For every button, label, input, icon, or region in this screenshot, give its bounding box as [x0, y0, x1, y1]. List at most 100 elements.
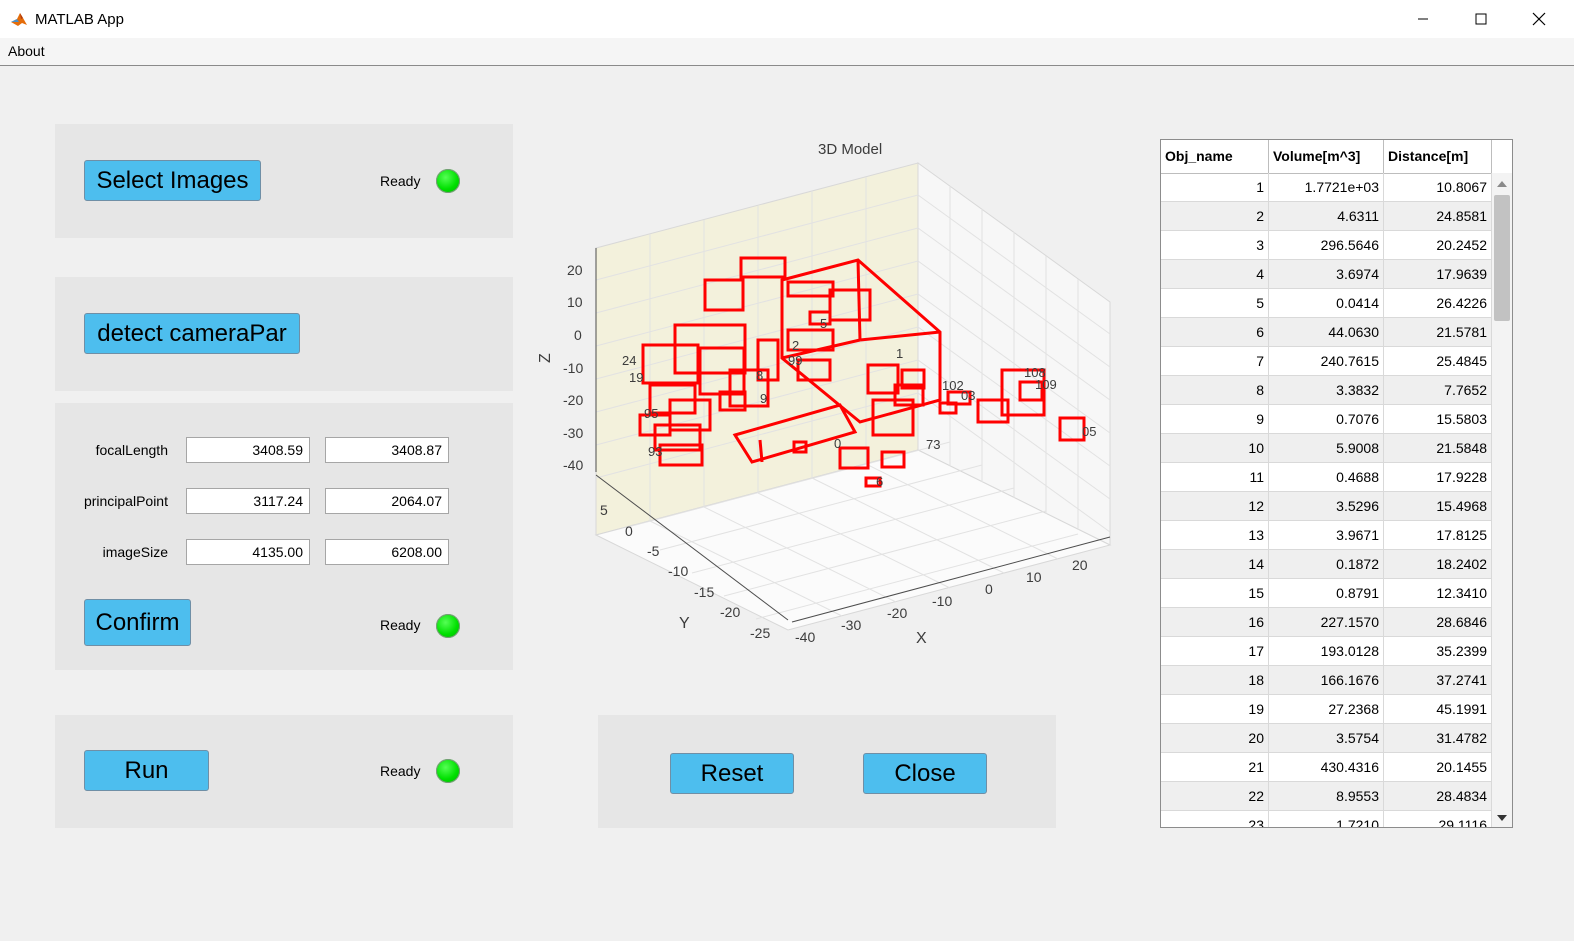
table-row[interactable]: 20 3.5754 31.4782 [1161, 724, 1492, 753]
obj-name-cell[interactable]: 22 [1161, 782, 1269, 810]
volume-cell[interactable]: 1.7210 [1269, 811, 1384, 827]
distance-cell[interactable]: 24.8581 [1384, 202, 1492, 230]
table-row[interactable]: 12 3.5296 15.4968 [1161, 492, 1492, 521]
run-button[interactable]: Run [84, 750, 209, 791]
obj-name-cell[interactable]: 15 [1161, 579, 1269, 607]
table-row[interactable]: 2 4.6311 24.8581 [1161, 202, 1492, 231]
distance-cell[interactable]: 31.4782 [1384, 724, 1492, 752]
table-row[interactable]: 6 44.0630 21.5781 [1161, 318, 1492, 347]
table-row[interactable]: 17 193.0128 35.2399 [1161, 637, 1492, 666]
detect-camerapar-button[interactable]: detect cameraPar [84, 313, 300, 354]
principal-point-x-field[interactable] [186, 488, 310, 514]
close-window-button[interactable] [1510, 0, 1568, 38]
volume-cell[interactable]: 166.1676 [1269, 666, 1384, 694]
volume-cell[interactable]: 3.6974 [1269, 260, 1384, 288]
obj-name-cell[interactable]: 17 [1161, 637, 1269, 665]
obj-name-cell[interactable]: 10 [1161, 434, 1269, 462]
table-row[interactable]: 21 430.4316 20.1455 [1161, 753, 1492, 782]
volume-cell[interactable]: 430.4316 [1269, 753, 1384, 781]
obj-name-cell[interactable]: 4 [1161, 260, 1269, 288]
scroll-up-icon[interactable] [1497, 181, 1507, 187]
obj-name-cell[interactable]: 6 [1161, 318, 1269, 346]
column-header-obj-name[interactable]: Obj_name [1161, 140, 1269, 173]
table-row[interactable]: 14 0.1872 18.2402 [1161, 550, 1492, 579]
table-row[interactable]: 10 5.9008 21.5848 [1161, 434, 1492, 463]
volume-cell[interactable]: 0.0414 [1269, 289, 1384, 317]
menu-about[interactable]: About [8, 43, 45, 59]
obj-name-cell[interactable]: 20 [1161, 724, 1269, 752]
maximize-button[interactable] [1452, 0, 1510, 38]
table-row[interactable]: 5 0.0414 26.4226 [1161, 289, 1492, 318]
table-row[interactable]: 9 0.7076 15.5803 [1161, 405, 1492, 434]
volume-cell[interactable]: 0.8791 [1269, 579, 1384, 607]
volume-cell[interactable]: 5.9008 [1269, 434, 1384, 462]
table-row[interactable]: 15 0.8791 12.3410 [1161, 579, 1492, 608]
table-scrollbar[interactable] [1492, 173, 1512, 827]
distance-cell[interactable]: 18.2402 [1384, 550, 1492, 578]
objects-table[interactable]: Obj_name Volume[m^3] Distance[m] 1 1.7721… [1160, 139, 1513, 828]
distance-cell[interactable]: 45.1991 [1384, 695, 1492, 723]
distance-cell[interactable]: 25.4845 [1384, 347, 1492, 375]
volume-cell[interactable]: 227.1570 [1269, 608, 1384, 636]
column-header-distance[interactable]: Distance[m] [1384, 140, 1492, 173]
table-row[interactable]: 13 3.9671 17.8125 [1161, 521, 1492, 550]
distance-cell[interactable]: 15.5803 [1384, 405, 1492, 433]
table-row[interactable]: 7 240.7615 25.4845 [1161, 347, 1492, 376]
distance-cell[interactable]: 37.2741 [1384, 666, 1492, 694]
distance-cell[interactable]: 28.4834 [1384, 782, 1492, 810]
table-row[interactable]: 16 227.1570 28.6846 [1161, 608, 1492, 637]
obj-name-cell[interactable]: 7 [1161, 347, 1269, 375]
scroll-thumb[interactable] [1494, 195, 1510, 321]
distance-cell[interactable]: 29.1116 [1384, 811, 1492, 827]
table-row[interactable]: 1 1.7721e+03 10.8067 [1161, 173, 1492, 202]
distance-cell[interactable]: 35.2399 [1384, 637, 1492, 665]
obj-name-cell[interactable]: 12 [1161, 492, 1269, 520]
volume-cell[interactable]: 8.9553 [1269, 782, 1384, 810]
distance-cell[interactable]: 21.5848 [1384, 434, 1492, 462]
obj-name-cell[interactable]: 13 [1161, 521, 1269, 549]
volume-cell[interactable]: 3.9671 [1269, 521, 1384, 549]
column-header-volume[interactable]: Volume[m^3] [1269, 140, 1384, 173]
select-images-button[interactable]: Select Images [84, 160, 261, 201]
distance-cell[interactable]: 17.9228 [1384, 463, 1492, 491]
distance-cell[interactable]: 21.5781 [1384, 318, 1492, 346]
table-row[interactable]: 11 0.4688 17.9228 [1161, 463, 1492, 492]
obj-name-cell[interactable]: 18 [1161, 666, 1269, 694]
distance-cell[interactable]: 20.2452 [1384, 231, 1492, 259]
reset-button[interactable]: Reset [670, 753, 794, 794]
volume-cell[interactable]: 296.5646 [1269, 231, 1384, 259]
volume-cell[interactable]: 3.3832 [1269, 376, 1384, 404]
distance-cell[interactable]: 7.7652 [1384, 376, 1492, 404]
distance-cell[interactable]: 15.4968 [1384, 492, 1492, 520]
volume-cell[interactable]: 193.0128 [1269, 637, 1384, 665]
obj-name-cell[interactable]: 3 [1161, 231, 1269, 259]
table-row[interactable]: 8 3.3832 7.7652 [1161, 376, 1492, 405]
volume-cell[interactable]: 0.1872 [1269, 550, 1384, 578]
volume-cell[interactable]: 1.7721e+03 [1269, 173, 1384, 201]
volume-cell[interactable]: 27.2368 [1269, 695, 1384, 723]
distance-cell[interactable]: 12.3410 [1384, 579, 1492, 607]
minimize-button[interactable] [1394, 0, 1452, 38]
volume-cell[interactable]: 0.4688 [1269, 463, 1384, 491]
obj-name-cell[interactable]: 19 [1161, 695, 1269, 723]
distance-cell[interactable]: 17.9639 [1384, 260, 1492, 288]
scroll-down-icon[interactable] [1497, 815, 1507, 821]
distance-cell[interactable]: 26.4226 [1384, 289, 1492, 317]
3d-model-plot[interactable]: 20 10 0 -10 -20 -30 -40 5 0 -5 -10 -15 -… [530, 160, 1130, 660]
obj-name-cell[interactable]: 9 [1161, 405, 1269, 433]
volume-cell[interactable]: 3.5296 [1269, 492, 1384, 520]
focal-length-y-field[interactable] [325, 437, 449, 463]
obj-name-cell[interactable]: 21 [1161, 753, 1269, 781]
confirm-button[interactable]: Confirm [84, 599, 191, 646]
obj-name-cell[interactable]: 11 [1161, 463, 1269, 491]
focal-length-x-field[interactable] [186, 437, 310, 463]
volume-cell[interactable]: 44.0630 [1269, 318, 1384, 346]
table-row[interactable]: 23 1.7210 29.1116 [1161, 811, 1492, 827]
obj-name-cell[interactable]: 2 [1161, 202, 1269, 230]
close-button[interactable]: Close [863, 753, 987, 794]
distance-cell[interactable]: 28.6846 [1384, 608, 1492, 636]
table-row[interactable]: 3 296.5646 20.2452 [1161, 231, 1492, 260]
obj-name-cell[interactable]: 14 [1161, 550, 1269, 578]
table-row[interactable]: 18 166.1676 37.2741 [1161, 666, 1492, 695]
distance-cell[interactable]: 20.1455 [1384, 753, 1492, 781]
